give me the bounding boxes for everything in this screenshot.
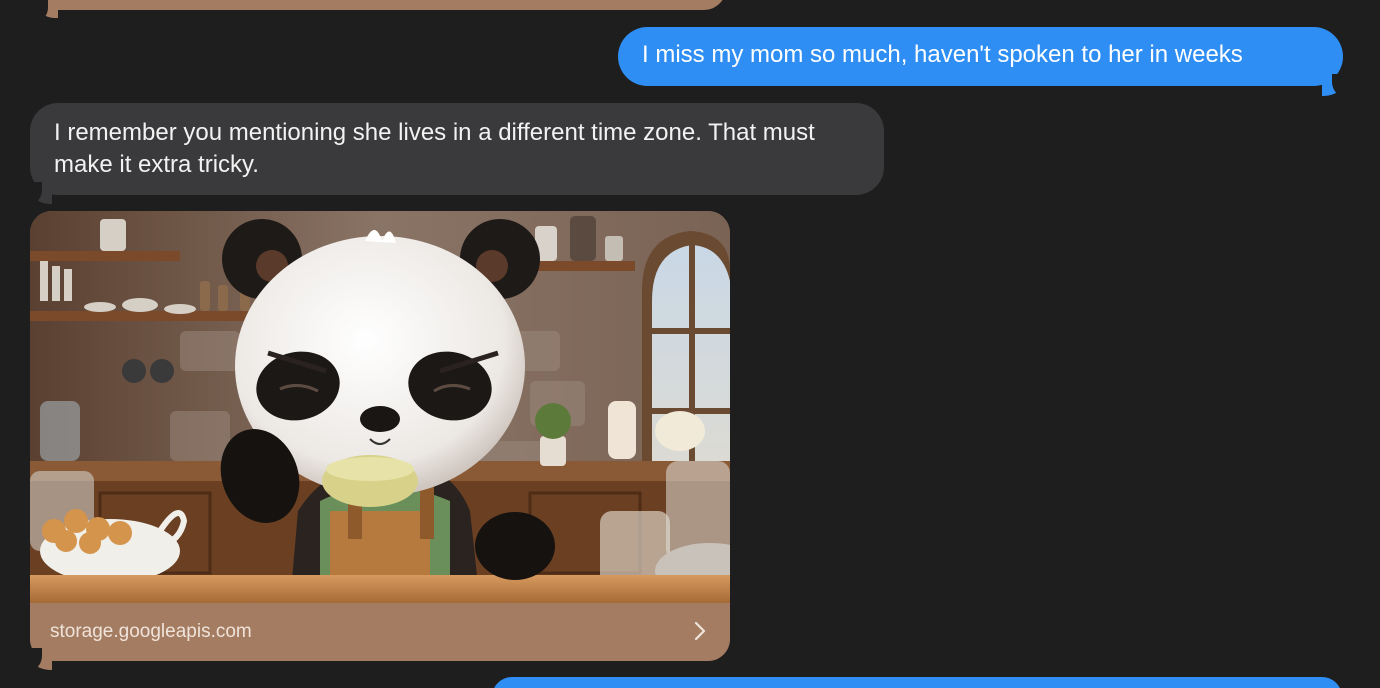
link-preview-card[interactable]: storage.googleapis.com [30, 211, 730, 661]
message-text: I remember you mentioning she lives in a… [54, 119, 815, 178]
tail-mask [1332, 74, 1356, 98]
next-sent-message-bubble[interactable] [492, 677, 1342, 688]
tail-mask [18, 182, 42, 206]
tail-mask [18, 648, 42, 672]
link-preview-footer[interactable]: storage.googleapis.com [30, 603, 730, 661]
panda-chef-in-kitchen-image[interactable] [30, 211, 730, 603]
message-thread[interactable]: I miss my mom so much, haven't spoken to… [0, 0, 1380, 688]
tail-mask [26, 0, 48, 22]
link-domain: storage.googleapis.com [50, 621, 252, 642]
sent-message-bubble[interactable]: I miss my mom so much, haven't spoken to… [618, 27, 1343, 86]
chevron-right-icon [692, 619, 708, 643]
message-text: I miss my mom so much, haven't spoken to… [642, 41, 1243, 68]
received-message-bubble[interactable]: I remember you mentioning she lives in a… [30, 103, 884, 195]
previous-link-preview[interactable] [30, 0, 726, 10]
